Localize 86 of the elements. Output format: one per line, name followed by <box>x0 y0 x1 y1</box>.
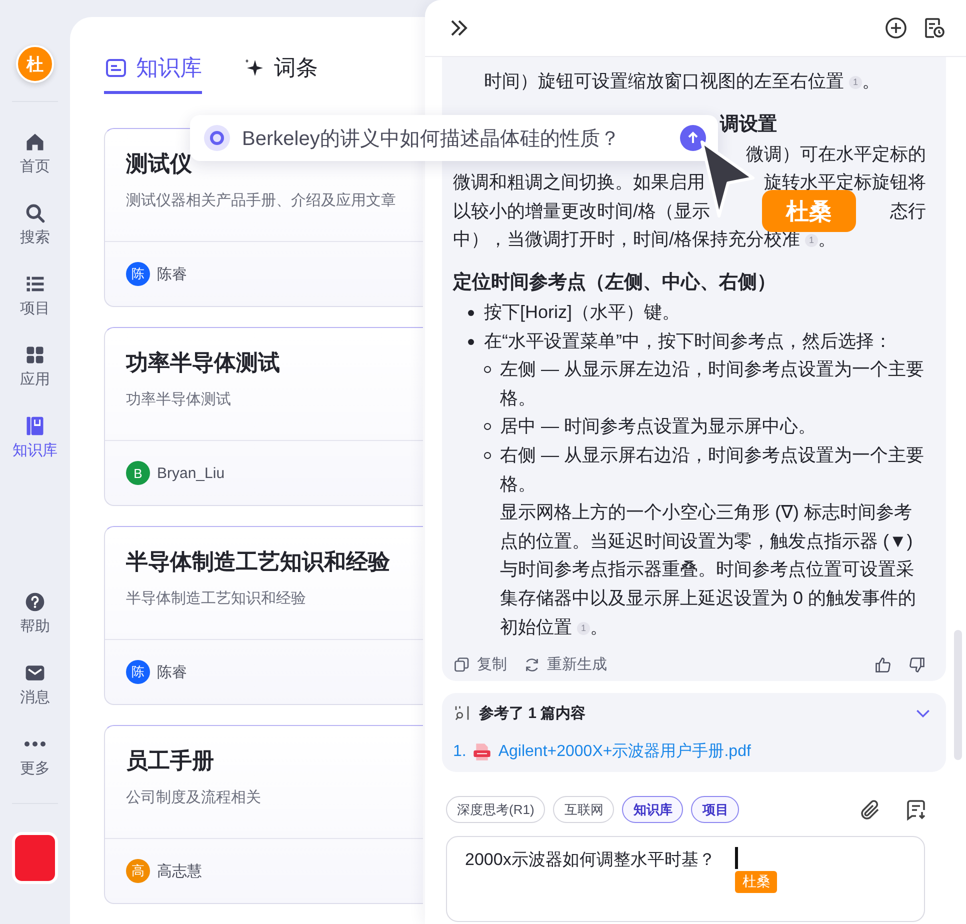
owner-avatar: 陈 <box>126 262 150 286</box>
text-cursor <box>735 847 738 870</box>
mode-toggle[interactable]: 项目 <box>691 796 740 824</box>
answer-text: 态行 <box>890 200 926 223</box>
card-description: 测试仪器相关产品手册、介绍及应用文章 <box>126 191 396 210</box>
answer-text: 右侧 — 从显示屏右边沿，时间参考点设置为一个主要格。 <box>500 444 926 496</box>
message-download-icon[interactable] <box>904 798 928 822</box>
punctuation: 。 <box>818 229 836 250</box>
nav-item[interactable]: 帮助 <box>5 590 65 636</box>
card-title: 员工手册 <box>126 747 214 775</box>
nav-item[interactable]: 知识库 <box>5 414 65 460</box>
bullet-icon <box>468 310 474 316</box>
book-icon <box>24 414 46 438</box>
collaborator-tooltip: 杜桑 <box>762 190 856 232</box>
answer-heading: 定位时间参考点（左侧、中心、右侧） <box>453 270 777 295</box>
new-chat-icon[interactable] <box>884 16 908 40</box>
bullet-icon <box>484 452 491 459</box>
thumbs-up-icon[interactable] <box>874 656 892 674</box>
collaborator-tag: 杜桑 <box>735 871 778 894</box>
app-logo-icon[interactable] <box>12 832 58 884</box>
nav-item[interactable]: 项目 <box>5 272 65 318</box>
knowledge-card[interactable]: 半导体制造工艺知识和经验 半导体制造工艺知识和经验 陈 陈睿 <box>104 526 423 705</box>
refresh-icon <box>523 656 541 674</box>
card-description: 公司制度及流程相关 <box>126 788 261 807</box>
mode-toggle[interactable]: 深度思考(R1) <box>446 796 546 824</box>
bullet-icon <box>484 423 491 430</box>
answer-heading: 调设置 <box>720 112 777 137</box>
references-title: 参考了 1 篇内容 <box>479 704 586 723</box>
tab[interactable]: 知识库 <box>104 53 202 94</box>
citation-badge[interactable]: 1 <box>577 622 590 634</box>
punctuation: 。 <box>862 71 880 91</box>
card-title: 功率半导体测试 <box>126 349 280 377</box>
history-icon[interactable] <box>922 16 946 40</box>
owner-avatar: B <box>126 461 150 485</box>
owner-name: Bryan_Liu <box>157 464 225 482</box>
help-icon <box>24 590 46 614</box>
punctuation: 。 <box>590 616 608 636</box>
answer-text: 以较小的增量更改时间/格（显示 <box>453 200 710 223</box>
citation-badge[interactable]: 1 <box>849 76 862 89</box>
knowledge-card[interactable]: 员工手册 公司制度及流程相关 高 高志慧 <box>104 725 423 904</box>
owner-name: 陈睿 <box>157 662 187 682</box>
bullet-icon <box>484 366 491 374</box>
nav-item[interactable]: 消息 <box>5 661 65 707</box>
file-link[interactable]: Agilent+2000X+示波器用户手册.pdf <box>498 741 751 762</box>
knowledge-card[interactable]: 功率半导体测试 功率半导体测试 B Bryan_Liu <box>104 327 423 506</box>
magnifier-icon <box>453 704 471 722</box>
nav-item[interactable]: 首页 <box>5 130 65 176</box>
bullet-icon <box>468 338 474 345</box>
thumbs-down-icon[interactable] <box>908 656 926 674</box>
owner-avatar: 陈 <box>126 660 150 684</box>
copy-button[interactable]: 复制 <box>453 655 507 676</box>
search-dialog[interactable]: Berkeley的讲义中如何描述晶体硅的性质？ <box>190 115 718 161</box>
answer-text: 在“水平设置菜单”中，按下时间参考点，然后选择： <box>484 330 892 351</box>
nav-item[interactable]: 应用 <box>5 343 65 389</box>
arrow-up-icon <box>686 131 700 145</box>
answer-text: 微调）可在水平定标的 <box>746 142 926 166</box>
answer-text: 初始位置 <box>500 616 572 636</box>
reference-number: 1. <box>453 742 466 761</box>
card-description: 功率半导体测试 <box>126 390 231 409</box>
pdf-file-icon <box>472 742 492 762</box>
document-icon <box>104 56 128 80</box>
card-title: 半导体制造工艺知识和经验 <box>126 548 390 576</box>
scrollbar[interactable] <box>954 630 962 760</box>
owner-name: 陈睿 <box>157 264 187 284</box>
copy-icon <box>453 656 471 674</box>
citation-badge[interactable]: 1 <box>805 234 818 248</box>
answer-text: 居中 — 时间参考点设置为显示屏中心。 <box>500 416 816 436</box>
answer-text: 时间）旋钮可设置缩放窗口视图的左至右位置 <box>484 71 844 91</box>
mode-toggle[interactable]: 知识库 <box>622 796 684 824</box>
more-icon <box>24 741 46 747</box>
message-input-field[interactable]: 2000x示波器如何调整水平时基？ 杜桑 <box>446 836 925 922</box>
ring-icon <box>204 125 230 151</box>
nav-item[interactable]: 搜索 <box>5 201 65 247</box>
card-title: 测试仪 <box>126 150 192 178</box>
answer-text: 左侧 — 从显示屏左边沿，时间参考点设置为一个主要格。 <box>500 359 924 408</box>
card-description: 半导体制造工艺知识和经验 <box>126 589 306 608</box>
nav-item[interactable]: 更多 <box>5 732 65 778</box>
owner-avatar: 高 <box>126 859 150 883</box>
send-button[interactable] <box>680 125 706 151</box>
answer-text: 显示网格上方的一个小空心三角形 (∇) 标志时间参考点的位置。当延迟时间设置为零，触发点指示器 (▼) 与时间参考点指示器重叠。时间参考点位置可设置采集存储器中以及显示屏上延迟设置为 0 的触发事件的 <box>500 501 918 610</box>
owner-name: 高志慧 <box>157 862 202 880</box>
tab[interactable]: 词条 <box>242 53 318 94</box>
regenerate-button[interactable]: 重新生成 <box>523 655 607 676</box>
answer-text: 微调和粗调之间切换。如果启用 <box>453 171 705 194</box>
answer-text: 按下[Horiz]（水平）键。 <box>484 302 680 322</box>
mode-toggle[interactable]: 互联网 <box>553 796 614 824</box>
